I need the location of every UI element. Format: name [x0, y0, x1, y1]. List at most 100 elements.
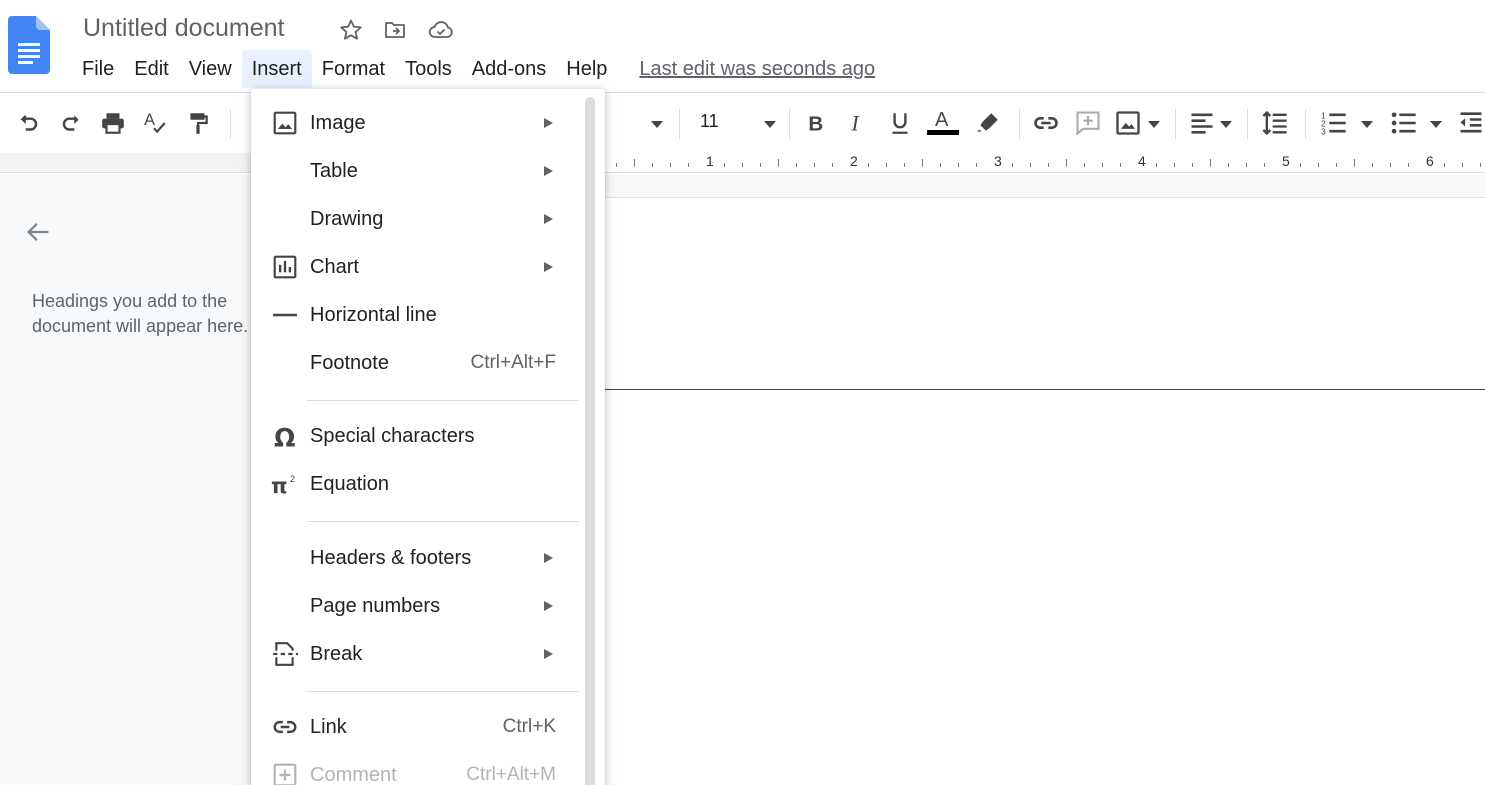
toolbar-separator [1247, 109, 1248, 139]
spellcheck-icon[interactable]: A [139, 107, 171, 139]
ruler-tick [940, 163, 941, 167]
align-caret-icon[interactable] [1220, 121, 1232, 128]
pi-icon: π2 [271, 470, 299, 498]
insert-horizontal-line-item[interactable]: Horizontal line [251, 291, 581, 339]
insert-special-characters-item[interactable]: Ω Special characters [251, 412, 581, 460]
ruler-tick [886, 163, 887, 167]
ruler-tick [760, 163, 761, 167]
menu-format[interactable]: Format [312, 50, 395, 88]
menu-add-ons[interactable]: Add-ons [462, 50, 557, 88]
font-caret-icon[interactable] [651, 121, 663, 128]
image-caret-icon[interactable] [1148, 121, 1160, 128]
ruler-tick [616, 163, 617, 167]
ruler-tick [1156, 163, 1157, 167]
svg-text:Ω: Ω [274, 423, 295, 449]
ruler-tick [1354, 159, 1355, 167]
insert-link-icon[interactable] [1030, 107, 1062, 139]
horizontal-rule [600, 389, 1485, 390]
image-icon [271, 109, 299, 137]
font-size-caret-icon[interactable] [764, 121, 776, 128]
submenu-arrow-icon [544, 601, 553, 611]
ruler-tick [1048, 163, 1049, 167]
menu-item-label: Comment [310, 763, 397, 785]
menu-tools[interactable]: Tools [395, 50, 462, 88]
menu-file[interactable]: File [72, 50, 124, 88]
bulleted-list-caret-icon[interactable] [1430, 121, 1442, 128]
menu-separator [307, 691, 579, 692]
font-size-input[interactable]: 11 [700, 111, 719, 132]
star-icon[interactable] [338, 17, 364, 43]
toolbar-separator [1175, 109, 1176, 139]
insert-break-item[interactable]: Break [251, 630, 581, 678]
insert-headers-footers-item[interactable]: Headers & footers [251, 534, 581, 582]
insert-link-item[interactable]: Link Ctrl+K [251, 703, 581, 751]
ruler-tick [1264, 163, 1265, 167]
docs-logo-icon[interactable] [8, 16, 50, 74]
ruler-tick [1480, 163, 1481, 167]
menu-view[interactable]: View [179, 50, 242, 88]
insert-comment-item[interactable]: Comment Ctrl+Alt+M [251, 751, 581, 785]
cloud-saved-icon[interactable] [428, 17, 454, 43]
back-arrow-icon[interactable] [24, 218, 52, 246]
ruler[interactable]: 1 2 3 4 5 6 [600, 153, 1485, 173]
last-edit-link[interactable]: Last edit was seconds ago [639, 54, 875, 84]
ruler-tick [1246, 163, 1247, 167]
svg-text:A: A [935, 109, 949, 131]
ruler-tick [652, 163, 653, 167]
decrease-indent-icon[interactable] [1455, 107, 1485, 139]
menu-item-label: Equation [310, 472, 389, 495]
insert-footnote-item[interactable]: Footnote Ctrl+Alt+F [251, 339, 581, 387]
submenu-arrow-icon [544, 214, 553, 224]
ruler-tick [814, 163, 815, 167]
document-title[interactable]: Untitled document [83, 14, 285, 43]
toolbar-separator [1019, 109, 1020, 139]
submenu-arrow-icon [544, 262, 553, 272]
print-icon[interactable] [97, 107, 129, 139]
ruler-number: 1 [706, 153, 714, 169]
undo-icon[interactable] [13, 107, 45, 139]
ruler-tick [796, 163, 797, 167]
italic-icon[interactable]: I [842, 107, 874, 139]
align-left-icon[interactable] [1186, 107, 1218, 139]
menu-shortcut: Ctrl+K [502, 716, 556, 737]
menu-insert[interactable]: Insert [241, 50, 312, 88]
insert-drawing-item[interactable]: Drawing [251, 195, 581, 243]
numbered-list-caret-icon[interactable] [1361, 121, 1373, 128]
insert-image-icon[interactable] [1112, 107, 1144, 139]
redo-icon[interactable] [55, 107, 87, 139]
bulleted-list-icon[interactable] [1388, 107, 1420, 139]
insert-chart-item[interactable]: Chart [251, 243, 581, 291]
underline-icon[interactable] [884, 107, 916, 139]
document-page[interactable] [600, 197, 1485, 785]
insert-page-numbers-item[interactable]: Page numbers [251, 582, 581, 630]
paint-format-icon[interactable] [182, 107, 214, 139]
highlight-icon[interactable] [972, 107, 1004, 139]
ruler-tick [1210, 159, 1211, 167]
numbered-list-icon[interactable]: 123 [1318, 107, 1350, 139]
add-comment-icon[interactable] [1072, 107, 1104, 139]
ruler-tick [1192, 163, 1193, 167]
insert-image-item[interactable]: Image [251, 99, 581, 147]
ruler-number: 6 [1426, 153, 1434, 169]
bold-icon[interactable]: B [800, 107, 832, 139]
text-color-icon[interactable]: A [927, 107, 959, 139]
menu-item-label: Page numbers [310, 594, 441, 617]
ruler-number: 3 [994, 153, 1002, 169]
menu-edit[interactable]: Edit [124, 50, 178, 88]
submenu-arrow-icon [544, 118, 553, 128]
line-spacing-icon[interactable] [1259, 107, 1291, 139]
move-folder-icon[interactable] [382, 17, 408, 43]
menu-help[interactable]: Help [556, 50, 617, 88]
ruler-tick [868, 163, 869, 167]
ruler-tick [1174, 163, 1175, 167]
insert-equation-item[interactable]: π2 Equation [251, 460, 581, 508]
toolbar-separator [789, 109, 790, 139]
insert-table-item[interactable]: Table [251, 147, 581, 195]
menu-item-label: Horizontal line [310, 303, 437, 326]
menu-scrollbar[interactable] [585, 97, 595, 785]
page-break-icon [271, 640, 299, 668]
menu-shortcut: Ctrl+Alt+F [470, 352, 556, 373]
svg-text:I: I [851, 112, 861, 136]
chart-icon [271, 253, 299, 281]
ruler-tick [1120, 163, 1121, 167]
